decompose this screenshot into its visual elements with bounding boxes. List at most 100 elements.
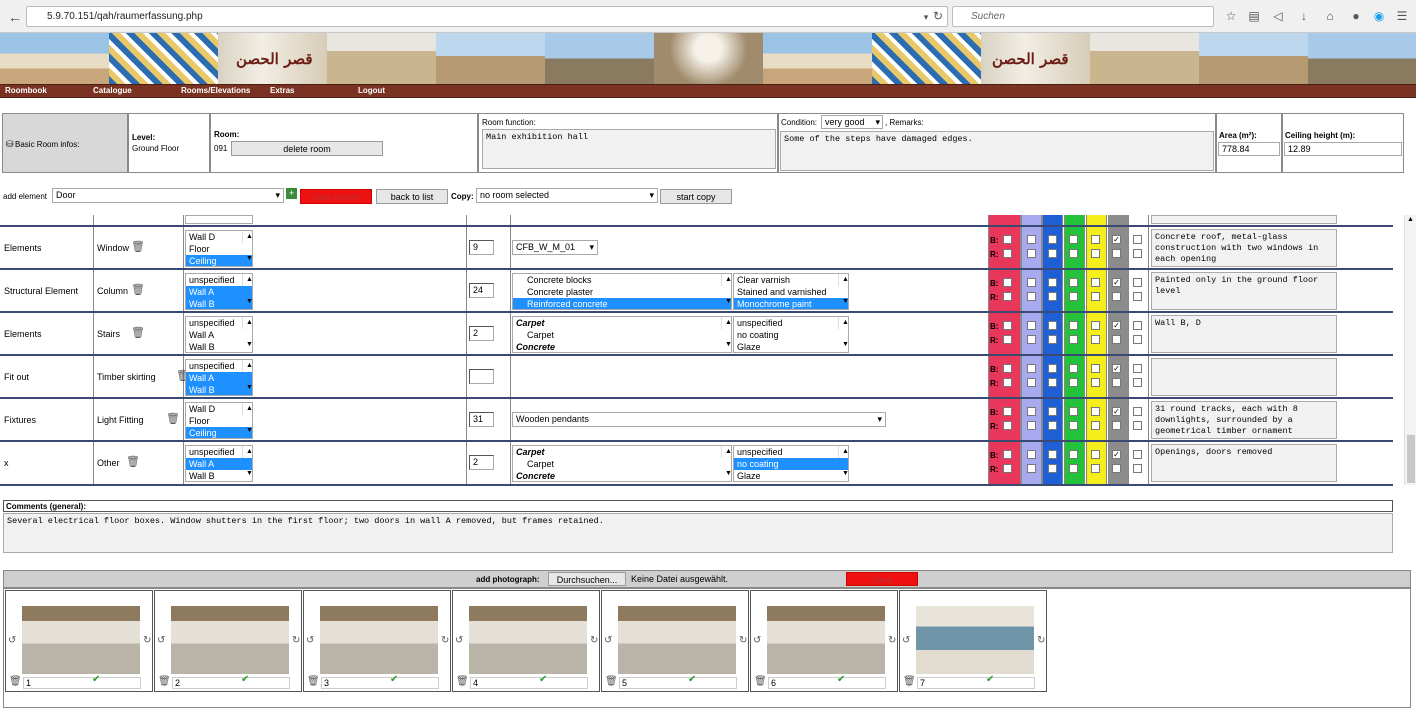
photo-thumbnail[interactable] xyxy=(469,606,587,674)
color-checkbox[interactable] xyxy=(1027,364,1036,373)
pocket-icon[interactable]: ◁ xyxy=(1270,8,1286,24)
color-checkbox[interactable] xyxy=(1091,364,1100,373)
select-scrollbar[interactable]: ▲ ▼ xyxy=(721,317,731,348)
color-checkbox[interactable] xyxy=(1091,450,1100,459)
color-checkbox[interactable] xyxy=(1027,335,1036,344)
material-option[interactable]: Carpet xyxy=(513,446,731,458)
finish-option[interactable]: no coating xyxy=(734,329,848,341)
quantity-input[interactable]: 2 xyxy=(469,455,494,470)
rotate-left-icon[interactable]: ↺ xyxy=(604,635,612,646)
page-scrollbar[interactable]: ▲ xyxy=(1404,215,1416,485)
trash-icon[interactable]: 🗑 xyxy=(126,455,140,468)
photo-number[interactable]: 5 xyxy=(619,677,737,689)
home-icon[interactable]: ⌂ xyxy=(1322,8,1338,24)
color-checkbox[interactable] xyxy=(1091,464,1100,473)
finish-option[interactable]: Glaze xyxy=(734,341,848,352)
chat-icon[interactable]: ● xyxy=(1348,8,1364,24)
color-checkbox[interactable] xyxy=(1133,407,1142,416)
wall-select[interactable]: unspecified Wall A Wall B ▲ ▼ xyxy=(185,316,253,353)
color-checkbox[interactable] xyxy=(1003,378,1012,387)
photo-number[interactable]: 1 xyxy=(23,677,141,689)
color-checkbox[interactable]: ✓ xyxy=(1112,278,1121,287)
color-checkbox[interactable] xyxy=(1133,464,1142,473)
material-option[interactable]: Concrete xyxy=(513,470,731,481)
finish-option[interactable]: unspecified xyxy=(734,446,848,458)
finish-option[interactable]: Monochrome paint xyxy=(734,298,848,309)
select-scrollbar[interactable]: ▲ ▼ xyxy=(838,446,848,477)
nav-catalogue[interactable]: Catalogue xyxy=(93,86,132,95)
select-scrollbar[interactable]: ▲ ▼ xyxy=(721,274,731,305)
color-checkbox[interactable] xyxy=(1048,450,1057,459)
color-checkbox[interactable]: ✓ xyxy=(1112,321,1121,330)
color-checkbox[interactable] xyxy=(1091,292,1100,301)
bookmark-star-icon[interactable]: ☆ xyxy=(1223,8,1239,24)
color-checkbox[interactable]: ✓ xyxy=(1112,364,1121,373)
material-option[interactable]: Carpet xyxy=(513,329,731,341)
color-checkbox[interactable] xyxy=(1027,292,1036,301)
element-remark-input[interactable] xyxy=(1151,358,1337,396)
copy-select[interactable]: no room selected ▾ xyxy=(476,188,658,203)
rotate-left-icon[interactable]: ↺ xyxy=(753,635,761,646)
material-select[interactable]: CFB_W_M_01 ▾ xyxy=(512,240,598,255)
photo-thumbnail[interactable] xyxy=(618,606,736,674)
color-checkbox[interactable] xyxy=(1003,421,1012,430)
material-option[interactable]: Concrete plaster xyxy=(513,286,731,298)
wall-select[interactable]: unspecified Wall A Wall B ▲ ▼ xyxy=(185,273,253,310)
rotate-right-icon[interactable]: ↻ xyxy=(143,635,151,646)
color-checkbox[interactable] xyxy=(1003,407,1012,416)
add-icon[interactable]: + xyxy=(286,188,297,199)
color-checkbox[interactable] xyxy=(1048,278,1057,287)
select-scrollbar[interactable]: ▲ ▼ xyxy=(242,403,252,434)
nav-extras[interactable]: Extras xyxy=(270,86,294,95)
finish-list[interactable]: unspecified no coating Glaze ▲ ▼ xyxy=(733,445,849,482)
wall-option[interactable]: Ceiling xyxy=(186,427,252,438)
wall-option[interactable]: Wall B xyxy=(186,341,252,352)
search-input[interactable]: Suchen xyxy=(952,6,1214,27)
trash-icon[interactable]: 🗑 xyxy=(131,326,145,339)
rotate-right-icon[interactable]: ↻ xyxy=(739,635,747,646)
element-remark-input[interactable]: Openings, doors removed xyxy=(1151,444,1337,482)
color-checkbox[interactable] xyxy=(1069,407,1078,416)
element-remark-input[interactable]: 31 round tracks, each with 8 downlights,… xyxy=(1151,401,1337,439)
color-checkbox[interactable] xyxy=(1112,421,1121,430)
color-checkbox[interactable] xyxy=(1003,292,1012,301)
quantity-input[interactable] xyxy=(469,369,494,384)
element-remark-input[interactable]: Painted only in the ground floor level xyxy=(1151,272,1337,310)
back-arrow-icon[interactable]: ← xyxy=(6,8,24,26)
photo-thumbnail[interactable] xyxy=(320,606,438,674)
photo-number[interactable]: 4 xyxy=(470,677,588,689)
color-checkbox[interactable] xyxy=(1048,364,1057,373)
select-scrollbar[interactable]: ▲ ▼ xyxy=(838,317,848,348)
rotate-left-icon[interactable]: ↺ xyxy=(8,635,16,646)
color-checkbox[interactable] xyxy=(1133,421,1142,430)
photo-thumbnail[interactable] xyxy=(767,606,885,674)
back-to-list-button[interactable]: back to list xyxy=(376,189,448,204)
color-checkbox[interactable] xyxy=(1091,407,1100,416)
color-checkbox[interactable] xyxy=(1133,364,1142,373)
material-option[interactable]: Concrete blocks xyxy=(513,274,731,286)
wall-option[interactable]: Ceiling xyxy=(186,255,252,266)
condition-select[interactable]: very good ▾ xyxy=(821,115,883,129)
wall-option[interactable]: Wall B xyxy=(186,470,252,481)
color-checkbox[interactable] xyxy=(1091,378,1100,387)
finish-list[interactable]: unspecified no coating Glaze ▲ ▼ xyxy=(733,316,849,353)
scroll-up-icon[interactable]: ▲ xyxy=(1407,216,1414,223)
color-checkbox[interactable]: ✓ xyxy=(1112,450,1121,459)
wall-select-partial[interactable] xyxy=(185,215,253,224)
color-checkbox[interactable] xyxy=(1048,292,1057,301)
reload-icon[interactable]: ↻ xyxy=(930,8,946,24)
material-option[interactable]: Carpet xyxy=(513,458,731,470)
rotate-left-icon[interactable]: ↺ xyxy=(157,635,165,646)
remark-partial[interactable] xyxy=(1151,215,1337,224)
photo-number[interactable]: 7 xyxy=(917,677,1035,689)
trash-icon[interactable]: 🗑 xyxy=(754,676,767,687)
color-checkbox[interactable] xyxy=(1112,292,1121,301)
save-photo-button[interactable]: Save xyxy=(846,572,918,586)
color-checkbox[interactable] xyxy=(1003,364,1012,373)
wall-select[interactable]: Wall D Floor Ceiling ▲ ▼ xyxy=(185,402,253,439)
material-option[interactable]: Concrete xyxy=(513,341,731,352)
quantity-input[interactable]: 31 xyxy=(469,412,494,427)
photo-thumbnail[interactable] xyxy=(171,606,289,674)
color-checkbox[interactable] xyxy=(1027,450,1036,459)
color-checkbox[interactable] xyxy=(1091,421,1100,430)
